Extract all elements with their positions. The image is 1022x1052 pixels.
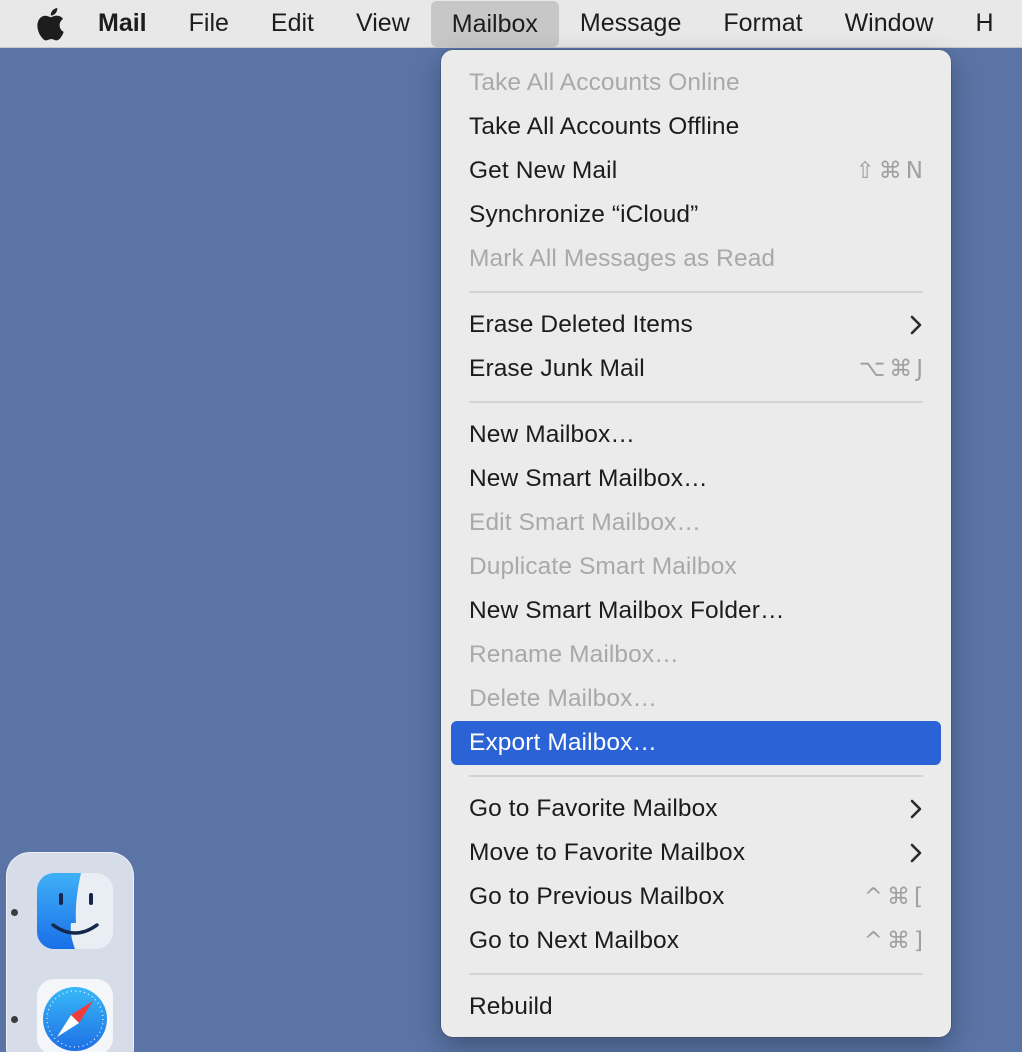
shortcut-label: ⌥⌘J	[858, 356, 927, 382]
menu-bar: Mail File Edit View Mailbox Message Form…	[0, 0, 1022, 48]
menu-item-get-new-mail[interactable]: Get New Mail ⇧⌘N	[451, 149, 941, 193]
menu-item-label: Get New Mail	[469, 157, 618, 184]
dock	[6, 852, 134, 1052]
menu-item-label: Delete Mailbox…	[469, 685, 658, 712]
menu-item-erase-deleted-items[interactable]: Erase Deleted Items	[451, 303, 941, 347]
chevron-right-icon	[909, 314, 923, 336]
menu-item-label: Rename Mailbox…	[469, 641, 679, 668]
menubar-item-help[interactable]: H	[954, 0, 1014, 47]
menu-item-move-to-favorite-mailbox[interactable]: Move to Favorite Mailbox	[451, 831, 941, 875]
menu-item-edit-smart-mailbox: Edit Smart Mailbox…	[451, 501, 941, 545]
menu-item-label: Erase Deleted Items	[469, 311, 693, 338]
menubar-item-mailbox[interactable]: Mailbox	[430, 0, 559, 47]
apple-logo-icon[interactable]	[32, 7, 68, 40]
menu-item-go-to-favorite-mailbox[interactable]: Go to Favorite Mailbox	[451, 787, 941, 831]
mailbox-menu: Take All Accounts Online Take All Accoun…	[441, 50, 951, 1037]
menu-item-rebuild[interactable]: Rebuild	[451, 985, 941, 1029]
menu-item-label: Synchronize “iCloud”	[469, 201, 699, 228]
menu-item-new-smart-mailbox-folder[interactable]: New Smart Mailbox Folder…	[451, 589, 941, 633]
menu-item-erase-junk-mail[interactable]: Erase Junk Mail ⌥⌘J	[451, 347, 941, 391]
menu-separator	[469, 291, 923, 293]
menu-item-delete-mailbox: Delete Mailbox…	[451, 677, 941, 721]
shortcut-label: ^⌘]	[863, 928, 927, 954]
menu-item-go-to-next-mailbox[interactable]: Go to Next Mailbox ^⌘]	[451, 919, 941, 963]
menubar-item-window[interactable]: Window	[824, 0, 955, 47]
chevron-right-icon	[909, 842, 923, 864]
shortcut-label: ⇧⌘N	[855, 158, 927, 184]
menu-item-new-mailbox[interactable]: New Mailbox…	[451, 413, 941, 457]
menu-item-label: New Smart Mailbox Folder…	[469, 597, 785, 624]
menu-item-label: Go to Previous Mailbox	[469, 883, 725, 910]
menu-separator	[469, 775, 923, 777]
menubar-item-format[interactable]: Format	[702, 0, 823, 47]
menu-item-take-all-accounts-offline[interactable]: Take All Accounts Offline	[451, 105, 941, 149]
menubar-item-mail[interactable]: Mail	[88, 0, 168, 47]
menubar-item-edit[interactable]: Edit	[250, 0, 335, 47]
menu-item-duplicate-smart-mailbox: Duplicate Smart Mailbox	[451, 545, 941, 589]
menu-item-label: Edit Smart Mailbox…	[469, 509, 701, 536]
menu-item-label: New Mailbox…	[469, 421, 635, 448]
menu-item-label: Take All Accounts Online	[469, 69, 740, 96]
menu-item-label: Rebuild	[469, 993, 553, 1020]
menu-item-mark-all-messages-read: Mark All Messages as Read	[451, 237, 941, 281]
running-indicator	[11, 1016, 18, 1023]
menu-item-label: Go to Next Mailbox	[469, 927, 680, 954]
shortcut-label: ^⌘[	[863, 884, 927, 910]
menu-item-new-smart-mailbox[interactable]: New Smart Mailbox…	[451, 457, 941, 501]
menu-separator	[469, 401, 923, 403]
menubar-item-file[interactable]: File	[168, 0, 250, 47]
menu-item-label: Go to Favorite Mailbox	[469, 795, 718, 822]
running-indicator	[11, 909, 18, 916]
menu-item-rename-mailbox: Rename Mailbox…	[451, 633, 941, 677]
menu-item-synchronize-icloud[interactable]: Synchronize “iCloud”	[451, 193, 941, 237]
safari-icon[interactable]	[35, 977, 115, 1052]
menu-item-label: Export Mailbox…	[469, 729, 658, 756]
menubar-item-view[interactable]: View	[335, 0, 431, 47]
menu-item-export-mailbox[interactable]: Export Mailbox…	[451, 721, 941, 765]
menu-item-label: Erase Junk Mail	[469, 355, 645, 382]
menu-item-label: New Smart Mailbox…	[469, 465, 708, 492]
menu-item-label: Take All Accounts Offline	[469, 113, 740, 140]
menu-item-label: Duplicate Smart Mailbox	[469, 553, 737, 580]
menu-separator	[469, 973, 923, 975]
menu-item-take-all-accounts-online: Take All Accounts Online	[451, 61, 941, 105]
finder-icon[interactable]	[35, 871, 115, 951]
menu-item-label: Mark All Messages as Read	[469, 245, 776, 272]
menu-item-go-to-previous-mailbox[interactable]: Go to Previous Mailbox ^⌘[	[451, 875, 941, 919]
menu-item-label: Move to Favorite Mailbox	[469, 839, 746, 866]
chevron-right-icon	[909, 798, 923, 820]
menubar-item-message[interactable]: Message	[559, 0, 702, 47]
